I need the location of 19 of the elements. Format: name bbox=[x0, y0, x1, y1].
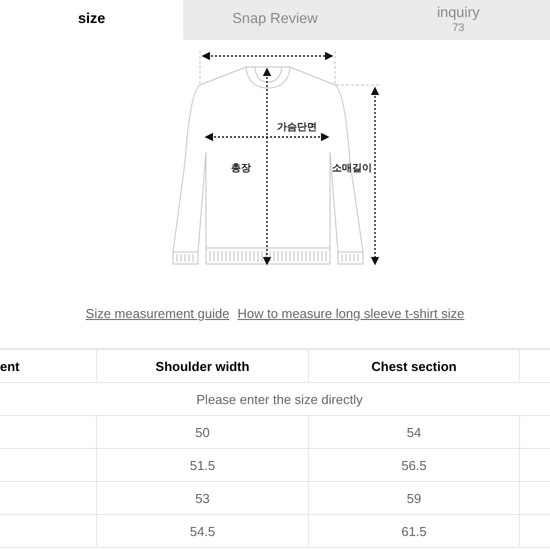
table-cell: 54.5 bbox=[190, 524, 216, 538]
table-cell: 54 bbox=[406, 424, 422, 440]
tab[interactable]: Snap Review bbox=[183, 0, 367, 40]
guide-link[interactable]: How to measure long sleeve t-shirt size bbox=[237, 306, 464, 323]
tab[interactable]: inquiry 73 bbox=[366, 0, 550, 40]
table-cell: 61.5 bbox=[401, 524, 427, 538]
column-header: Shoulder width bbox=[156, 358, 250, 374]
notice-text: Please enter the size directly bbox=[196, 392, 363, 406]
table-cell: 56.5 bbox=[401, 458, 427, 472]
measurement-label: 가슴단면 bbox=[277, 122, 317, 133]
table-cell: 53 bbox=[195, 490, 210, 506]
table-cell: 59 bbox=[406, 490, 422, 506]
table-cell: 51.5 bbox=[190, 458, 216, 472]
column-header: ent bbox=[0, 358, 20, 374]
column-header: Chest section bbox=[371, 358, 457, 374]
measurement-label: 소매길이 bbox=[332, 163, 372, 174]
table-cell: 50 bbox=[195, 424, 210, 440]
measurement-label: 총장 bbox=[231, 163, 251, 174]
guide-link[interactable]: Size measurement guide bbox=[86, 306, 230, 323]
